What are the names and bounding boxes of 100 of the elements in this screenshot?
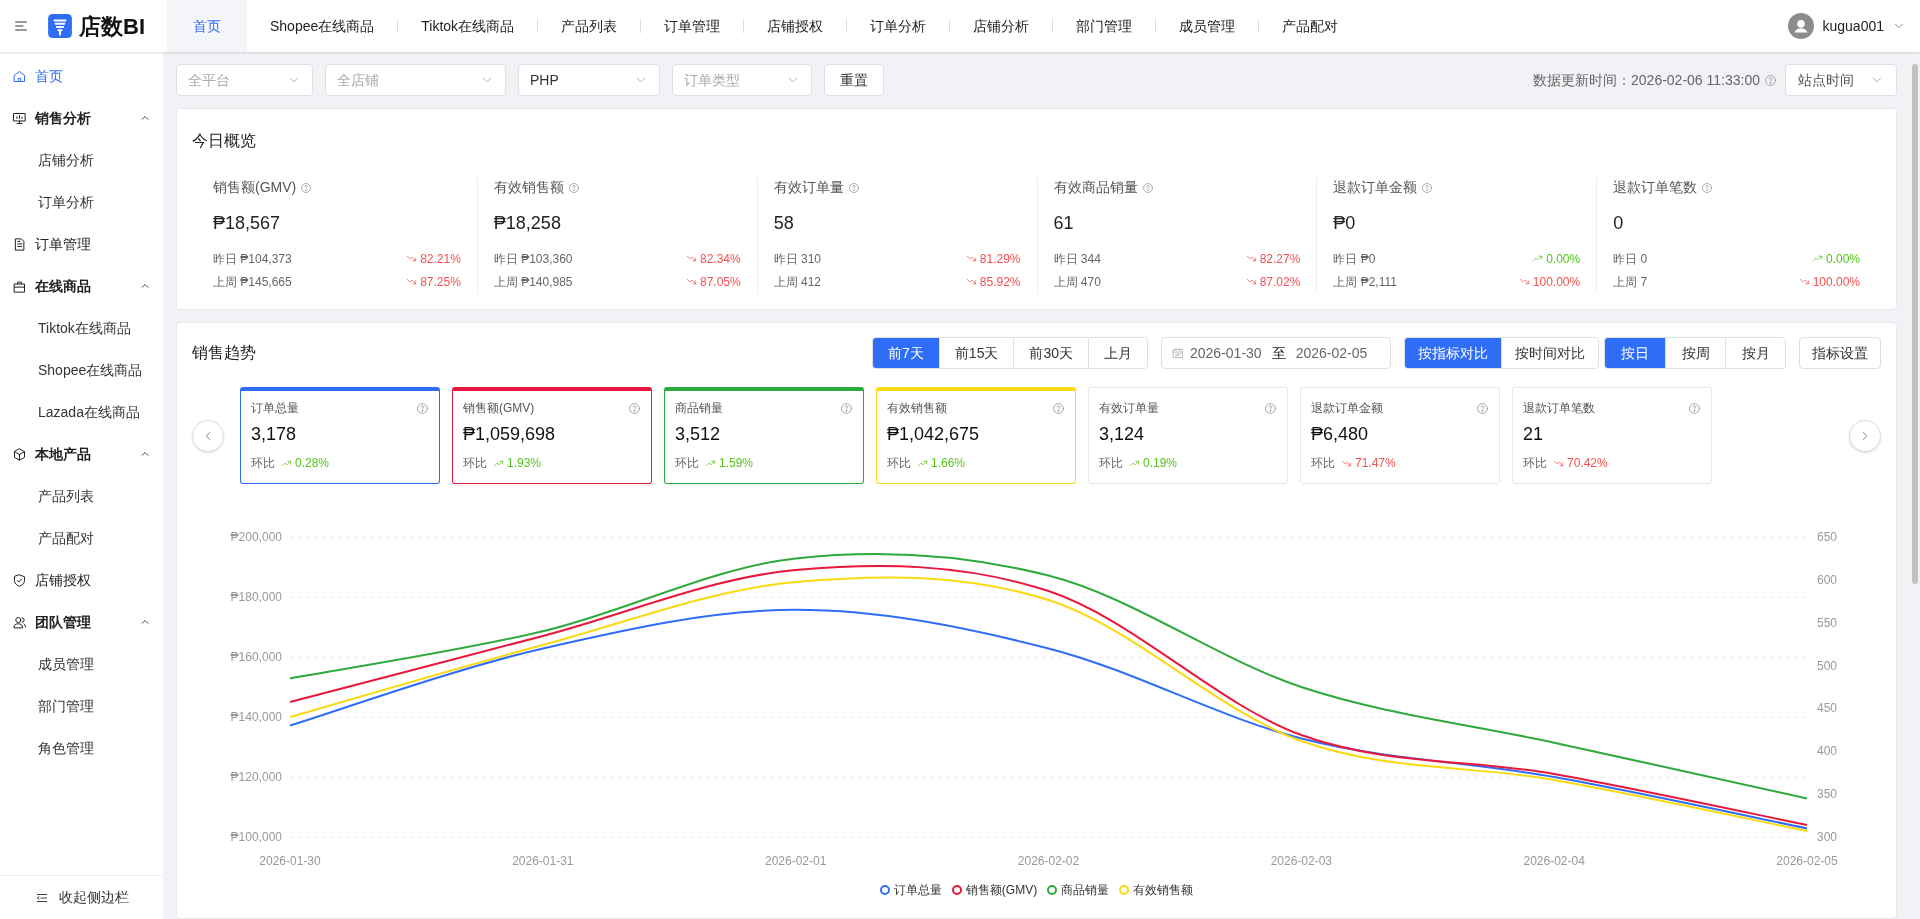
menu-item[interactable]: 首页 [0,55,163,97]
comparison-label: 上周 7 [1613,273,1648,291]
change-value: 100.00% [1812,273,1860,291]
menu-item[interactable]: 成员管理 [0,643,163,685]
trend-down-icon [406,276,418,287]
metric-card[interactable]: 有效销售额 ₱1,042,675 环比 1.66% [876,387,1076,484]
metric-label: 退款订单笔数 [1613,178,1698,197]
next-button[interactable] [1849,419,1881,452]
home-icon [12,68,27,84]
menu-item[interactable]: 店铺授权 [0,559,163,601]
segment-tab[interactable]: 按日 [1605,338,1665,368]
segment-tab[interactable]: 按时间对比 [1501,338,1598,368]
segment-tab[interactable]: 上月 [1088,338,1147,368]
menu-group[interactable]: 销售分析 [0,97,163,139]
metric-value: 61 [1053,212,1074,235]
menu-item[interactable]: Lazada在线商品 [0,391,163,433]
help-icon [1264,401,1277,415]
axis-label: ₱100,000 [230,830,282,844]
menu-item[interactable]: 产品列表 [0,475,163,517]
metric-card[interactable]: 退款订单金额 ₱6,480 环比 71.47% [1300,387,1500,484]
metric-label: 有效订单量 [773,178,844,197]
nav-tab[interactable]: 产品列表 [538,0,641,52]
metric-value: ₱18,567 [213,212,281,235]
metric-label: 有效商品销量 [1053,178,1138,197]
menu-group[interactable]: 在线商品 [0,265,163,307]
change-value: 100.00% [1532,273,1581,291]
nav-tab[interactable]: 首页 [167,0,247,52]
menu-item[interactable]: 店铺分析 [0,139,163,181]
legend-label[interactable]: 有效销售额 [1133,881,1194,899]
metric-value: 0 [1613,212,1624,235]
menu-group[interactable]: 本地产品 [0,433,163,475]
nav-tab[interactable]: 订单管理 [641,0,744,52]
metric-card[interactable]: 商品销量 3,512 环比 1.59% [664,387,864,484]
comparison-label: 上周 412 [773,273,821,291]
axis-label: ₱140,000 [230,710,282,724]
dropdown[interactable]: PHP [518,64,660,96]
metric-value: ₱1,059,698 [463,423,556,446]
legend-label[interactable]: 订单总量 [893,881,942,899]
menu-item[interactable]: Tiktok在线商品 [0,307,163,349]
nav-tab[interactable]: 店铺授权 [744,0,847,52]
menu-item[interactable]: 产品配对 [0,517,163,559]
date-range-field[interactable]: 2026-01-30 至 2026-02-05 [1161,337,1391,369]
collapse-sidebar-button[interactable]: 收起侧边栏 [0,875,163,919]
users-icon [12,614,27,630]
metric-value: 21 [1523,423,1544,446]
trend-down-icon [406,253,418,264]
cube-icon [12,446,27,462]
menu-item[interactable]: Shopee在线商品 [0,349,163,391]
comparison-label: 昨日 ₱0 [1333,250,1376,268]
nav-tab[interactable]: 订单分析 [847,0,950,52]
metric-card[interactable]: 有效订单量 3,124 环比 0.19% [1088,387,1288,484]
axis-label: 2026-02-03 [1270,854,1332,868]
update-time: 数据更新时间：2026-02-06 11:33:00 [1533,70,1760,90]
menu-icon [13,18,29,34]
nav-tab[interactable]: 产品配对 [1259,0,1362,52]
metric-label: 商品销量 [675,400,723,417]
metric-card[interactable]: 退款订单笔数 21 环比 70.42% [1512,387,1712,484]
username[interactable]: kugua001 [1822,15,1884,37]
metric-value: ₱0 [1333,212,1356,235]
nav-tab[interactable]: 店铺分析 [950,0,1053,52]
previous-button[interactable] [192,419,224,452]
scrollbar[interactable] [1912,64,1918,584]
menu-group[interactable]: 团队管理 [0,601,163,643]
timezone-dropdown[interactable]: 站点时间 [1785,64,1897,96]
metric-label: 订单总量 [251,400,299,417]
metric-label: 销售额(GMV) [463,400,535,417]
comparison-label: 环比 [1311,455,1335,472]
legend-label[interactable]: 销售额(GMV) [965,881,1038,899]
metric-card[interactable]: 销售额(GMV) ₱1,059,698 环比 1.93% [452,387,652,484]
metric-value: ₱18,258 [493,212,561,235]
menu-item[interactable]: 角色管理 [0,727,163,769]
menu-item[interactable]: 订单分析 [0,181,163,223]
axis-label: ₱120,000 [230,770,282,784]
segment-tab[interactable]: 前7天 [873,338,939,368]
axis-label: 2026-01-31 [511,854,574,868]
trend-down-icon [1518,276,1530,287]
metric-settings-button[interactable]: 指标设置 [1799,337,1881,369]
axis-label: 400 [1816,744,1837,759]
presentation-board-icon [12,110,27,126]
metric-value: 3,512 [675,423,721,446]
nav-tab[interactable]: Shopee在线商品 [247,0,398,52]
comparison-label: 上周 ₱145,665 [213,273,292,291]
segment-tab[interactable]: 按月 [1725,338,1785,368]
menu-item[interactable]: 部门管理 [0,685,163,727]
reset-button[interactable]: 重置 [824,64,884,96]
segment-tab[interactable]: 按指标对比 [1405,338,1501,368]
axis-label: 450 [1816,701,1837,716]
help-icon [847,181,860,194]
comparison-label: 上周 470 [1053,273,1101,291]
change-value: 82.34% [699,250,741,268]
menu-item[interactable]: 订单管理 [0,223,163,265]
metric-card[interactable]: 订单总量 3,178 环比 0.28% [240,387,440,484]
help-icon [1476,401,1489,415]
nav-tab[interactable]: Tiktok在线商品 [398,0,538,52]
legend-label[interactable]: 商品销量 [1061,881,1110,899]
help-icon [416,401,429,415]
trend-up-icon [1532,253,1544,264]
nav-tab[interactable]: 部门管理 [1053,0,1156,52]
comparison-label: 昨日 0 [1613,250,1648,268]
nav-tab[interactable]: 成员管理 [1156,0,1259,52]
